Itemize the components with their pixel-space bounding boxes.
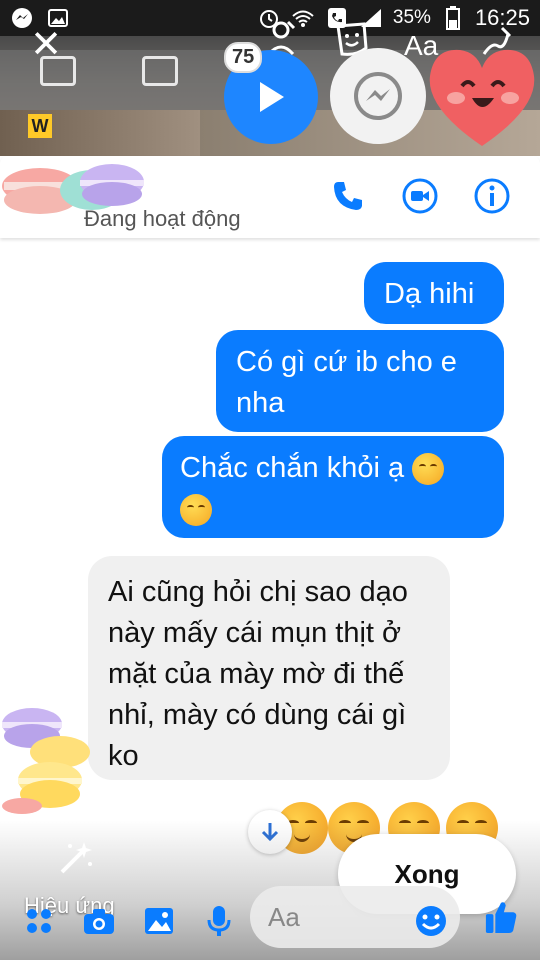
message-bubble-sent[interactable]: Chắc chắn khỏi ạ <box>162 436 504 538</box>
battery-icon <box>441 6 465 30</box>
blush-emoji-icon <box>180 494 212 527</box>
video-chat-head[interactable]: 75 <box>224 42 318 144</box>
close-icon[interactable]: ✕ <box>26 26 66 66</box>
info-icon[interactable] <box>472 176 512 216</box>
microphone-icon[interactable] <box>202 904 236 938</box>
macaron-avatar-icon <box>2 708 90 814</box>
message-bubble-sent[interactable]: Có gì cứ ib cho e nha <box>216 330 504 432</box>
message-bubble-received[interactable]: Ai cũng hỏi chị sao dạo này mấy cái mụn … <box>88 556 450 780</box>
message-text: Dạ hihi <box>384 278 475 310</box>
gallery-icon[interactable] <box>142 904 176 938</box>
phone-icon[interactable] <box>328 176 368 216</box>
camera-icon[interactable] <box>82 904 116 938</box>
messenger-chat-head[interactable] <box>330 48 426 144</box>
photo-letter: W <box>28 114 52 138</box>
video-call-icon[interactable] <box>400 176 440 216</box>
messenger-icon <box>354 72 402 120</box>
heart-sticker-icon <box>429 49 535 146</box>
emoji-icon[interactable] <box>414 904 448 938</box>
play-icon <box>260 82 284 112</box>
active-status: Đang hoạt động <box>84 206 241 231</box>
blush-emoji-icon <box>412 453 445 486</box>
message-bubble-sent[interactable]: Dạ hihi <box>364 262 504 324</box>
magic-wand-icon <box>60 842 92 874</box>
message-text: Có gì cứ ib cho e nha <box>236 346 457 419</box>
message-text: Ai cũng hỏi chị sao dạo này mấy cái mụn … <box>108 576 408 772</box>
thumbs-up-icon[interactable] <box>484 900 518 934</box>
apps-icon[interactable] <box>22 904 56 938</box>
watch-icon <box>142 56 178 86</box>
badge-count: 75 <box>224 42 263 73</box>
battery-percent: 35% <box>392 7 431 28</box>
message-text: Chắc chắn khỏi ạ <box>180 452 405 484</box>
